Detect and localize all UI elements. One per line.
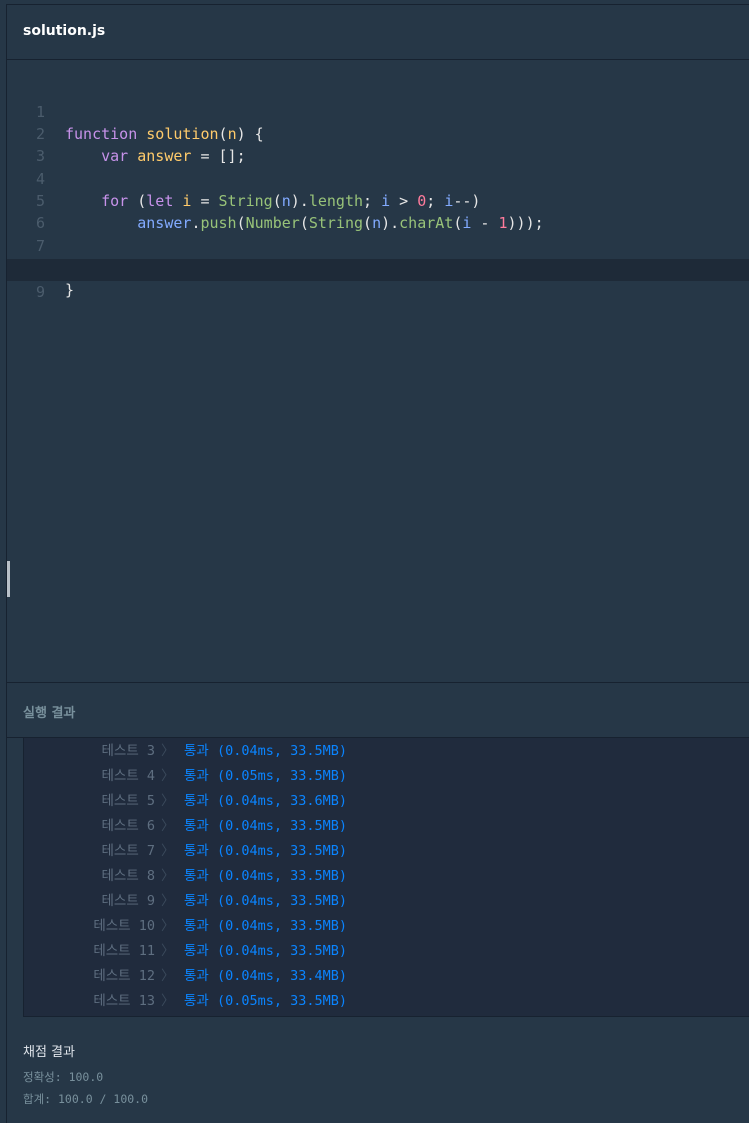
test-result-text: 통과 (0.04ms, 33.5MB)	[184, 918, 348, 934]
test-label: 테스트 12	[93, 968, 155, 984]
results-title: 실행 결과	[23, 706, 76, 721]
test-result-row: 테스트 6 〉 통과 (0.04ms, 33.5MB)	[24, 814, 749, 839]
test-result-row: 테스트 7 〉 통과 (0.04ms, 33.5MB)	[24, 839, 749, 864]
code-line-8[interactable]: 8 }	[7, 235, 749, 299]
test-label: 테스트 11	[93, 943, 155, 959]
test-result-row: 테스트 10 〉 통과 (0.04ms, 33.5MB)	[24, 914, 749, 939]
total-score: 합계: 100.0 / 100.0	[23, 1092, 149, 1106]
grading-title: 채점 결과	[23, 1045, 75, 1060]
test-result-row: 테스트 13 〉 통과 (0.05ms, 33.5MB)	[24, 989, 749, 1014]
code-line-6[interactable]: 6	[7, 190, 749, 232]
editor-header: solution.js	[7, 5, 749, 60]
test-result-row: 테스트 3 〉 통과 (0.04ms, 33.5MB)	[24, 739, 749, 764]
test-result-text: 통과 (0.04ms, 33.5MB)	[184, 943, 348, 959]
test-result-row: 테스트 12 〉 통과 (0.04ms, 33.4MB)	[24, 964, 749, 989]
test-result-text: 통과 (0.04ms, 33.5MB)	[184, 868, 348, 884]
test-result-row: 테스트 8 〉 통과 (0.04ms, 33.5MB)	[24, 864, 749, 889]
test-result-row: 테스트 5 〉 통과 (0.04ms, 33.6MB)	[24, 789, 749, 814]
chevron-right-icon: 〉	[161, 943, 175, 959]
chevron-right-icon: 〉	[161, 893, 175, 909]
test-label: 테스트 5	[101, 793, 155, 809]
chevron-right-icon: 〉	[161, 768, 175, 784]
test-result-row: 테스트 9 〉 통과 (0.04ms, 33.5MB)	[24, 889, 749, 914]
test-result-text: 통과 (0.05ms, 33.5MB)	[184, 768, 348, 784]
test-result-text: 통과 (0.04ms, 33.6MB)	[184, 793, 348, 809]
test-result-text: 통과 (0.05ms, 33.5MB)	[184, 993, 348, 1009]
test-label: 테스트 4	[101, 768, 155, 784]
line-number: 9	[35, 283, 45, 301]
chevron-right-icon: 〉	[161, 793, 175, 809]
chevron-right-icon: 〉	[161, 968, 175, 984]
code-line-7[interactable]: 7 return answer;	[7, 213, 749, 277]
test-result-row: 테스트 4 〉 통과 (0.05ms, 33.5MB)	[24, 764, 749, 789]
code-line-5[interactable]: 5 answer.push(Number(String(n).charAt(i …	[7, 168, 749, 232]
code-editor[interactable]: 1 function solution(n) { 2 var answer = …	[7, 75, 749, 681]
test-result-text: 통과 (0.04ms, 33.5MB)	[184, 893, 348, 909]
solution-panel: solution.js 1 function solution(n) { 2 v…	[6, 4, 749, 1123]
file-tab-title[interactable]: solution.js	[23, 23, 105, 39]
code-line-3[interactable]: 3	[7, 123, 749, 165]
test-result-text: 통과 (0.04ms, 33.5MB)	[184, 743, 348, 759]
test-label: 테스트 10	[93, 918, 155, 934]
results-header: 실행 결과	[7, 682, 749, 738]
code-line-9[interactable]: 9	[7, 259, 749, 301]
punct: }	[65, 281, 75, 299]
accuracy-score: 정확성: 100.0	[23, 1070, 104, 1084]
chevron-right-icon: 〉	[161, 993, 175, 1009]
chevron-right-icon: 〉	[161, 843, 175, 859]
code-line-1[interactable]: 1 function solution(n) {	[7, 79, 749, 143]
test-label: 테스트 8	[101, 868, 155, 884]
code-line-2[interactable]: 2 var answer = [];	[7, 101, 749, 165]
test-label: 테스트 3	[101, 743, 155, 759]
test-result-text: 통과 (0.04ms, 33.4MB)	[184, 968, 348, 984]
results-output[interactable]: 테스트 3 〉 통과 (0.04ms, 33.5MB) 테스트 4 〉 통과 (0.05m…	[23, 737, 749, 1017]
chevron-right-icon: 〉	[161, 918, 175, 934]
chevron-right-icon: 〉	[161, 818, 175, 834]
chevron-right-icon: 〉	[161, 743, 175, 759]
test-result-text: 통과 (0.04ms, 33.5MB)	[184, 818, 348, 834]
test-result-text: 통과 (0.04ms, 33.5MB)	[184, 843, 348, 859]
code-line-4[interactable]: 4 for (let i = String(n).length; i > 0; …	[7, 146, 749, 210]
chevron-right-icon: 〉	[161, 868, 175, 884]
test-label: 테스트 9	[101, 893, 155, 909]
test-label: 테스트 7	[101, 843, 155, 859]
test-result-row: 테스트 11 〉 통과 (0.04ms, 33.5MB)	[24, 939, 749, 964]
test-label: 테스트 13	[93, 993, 155, 1009]
test-label: 테스트 6	[101, 818, 155, 834]
resize-handle[interactable]	[7, 561, 10, 597]
